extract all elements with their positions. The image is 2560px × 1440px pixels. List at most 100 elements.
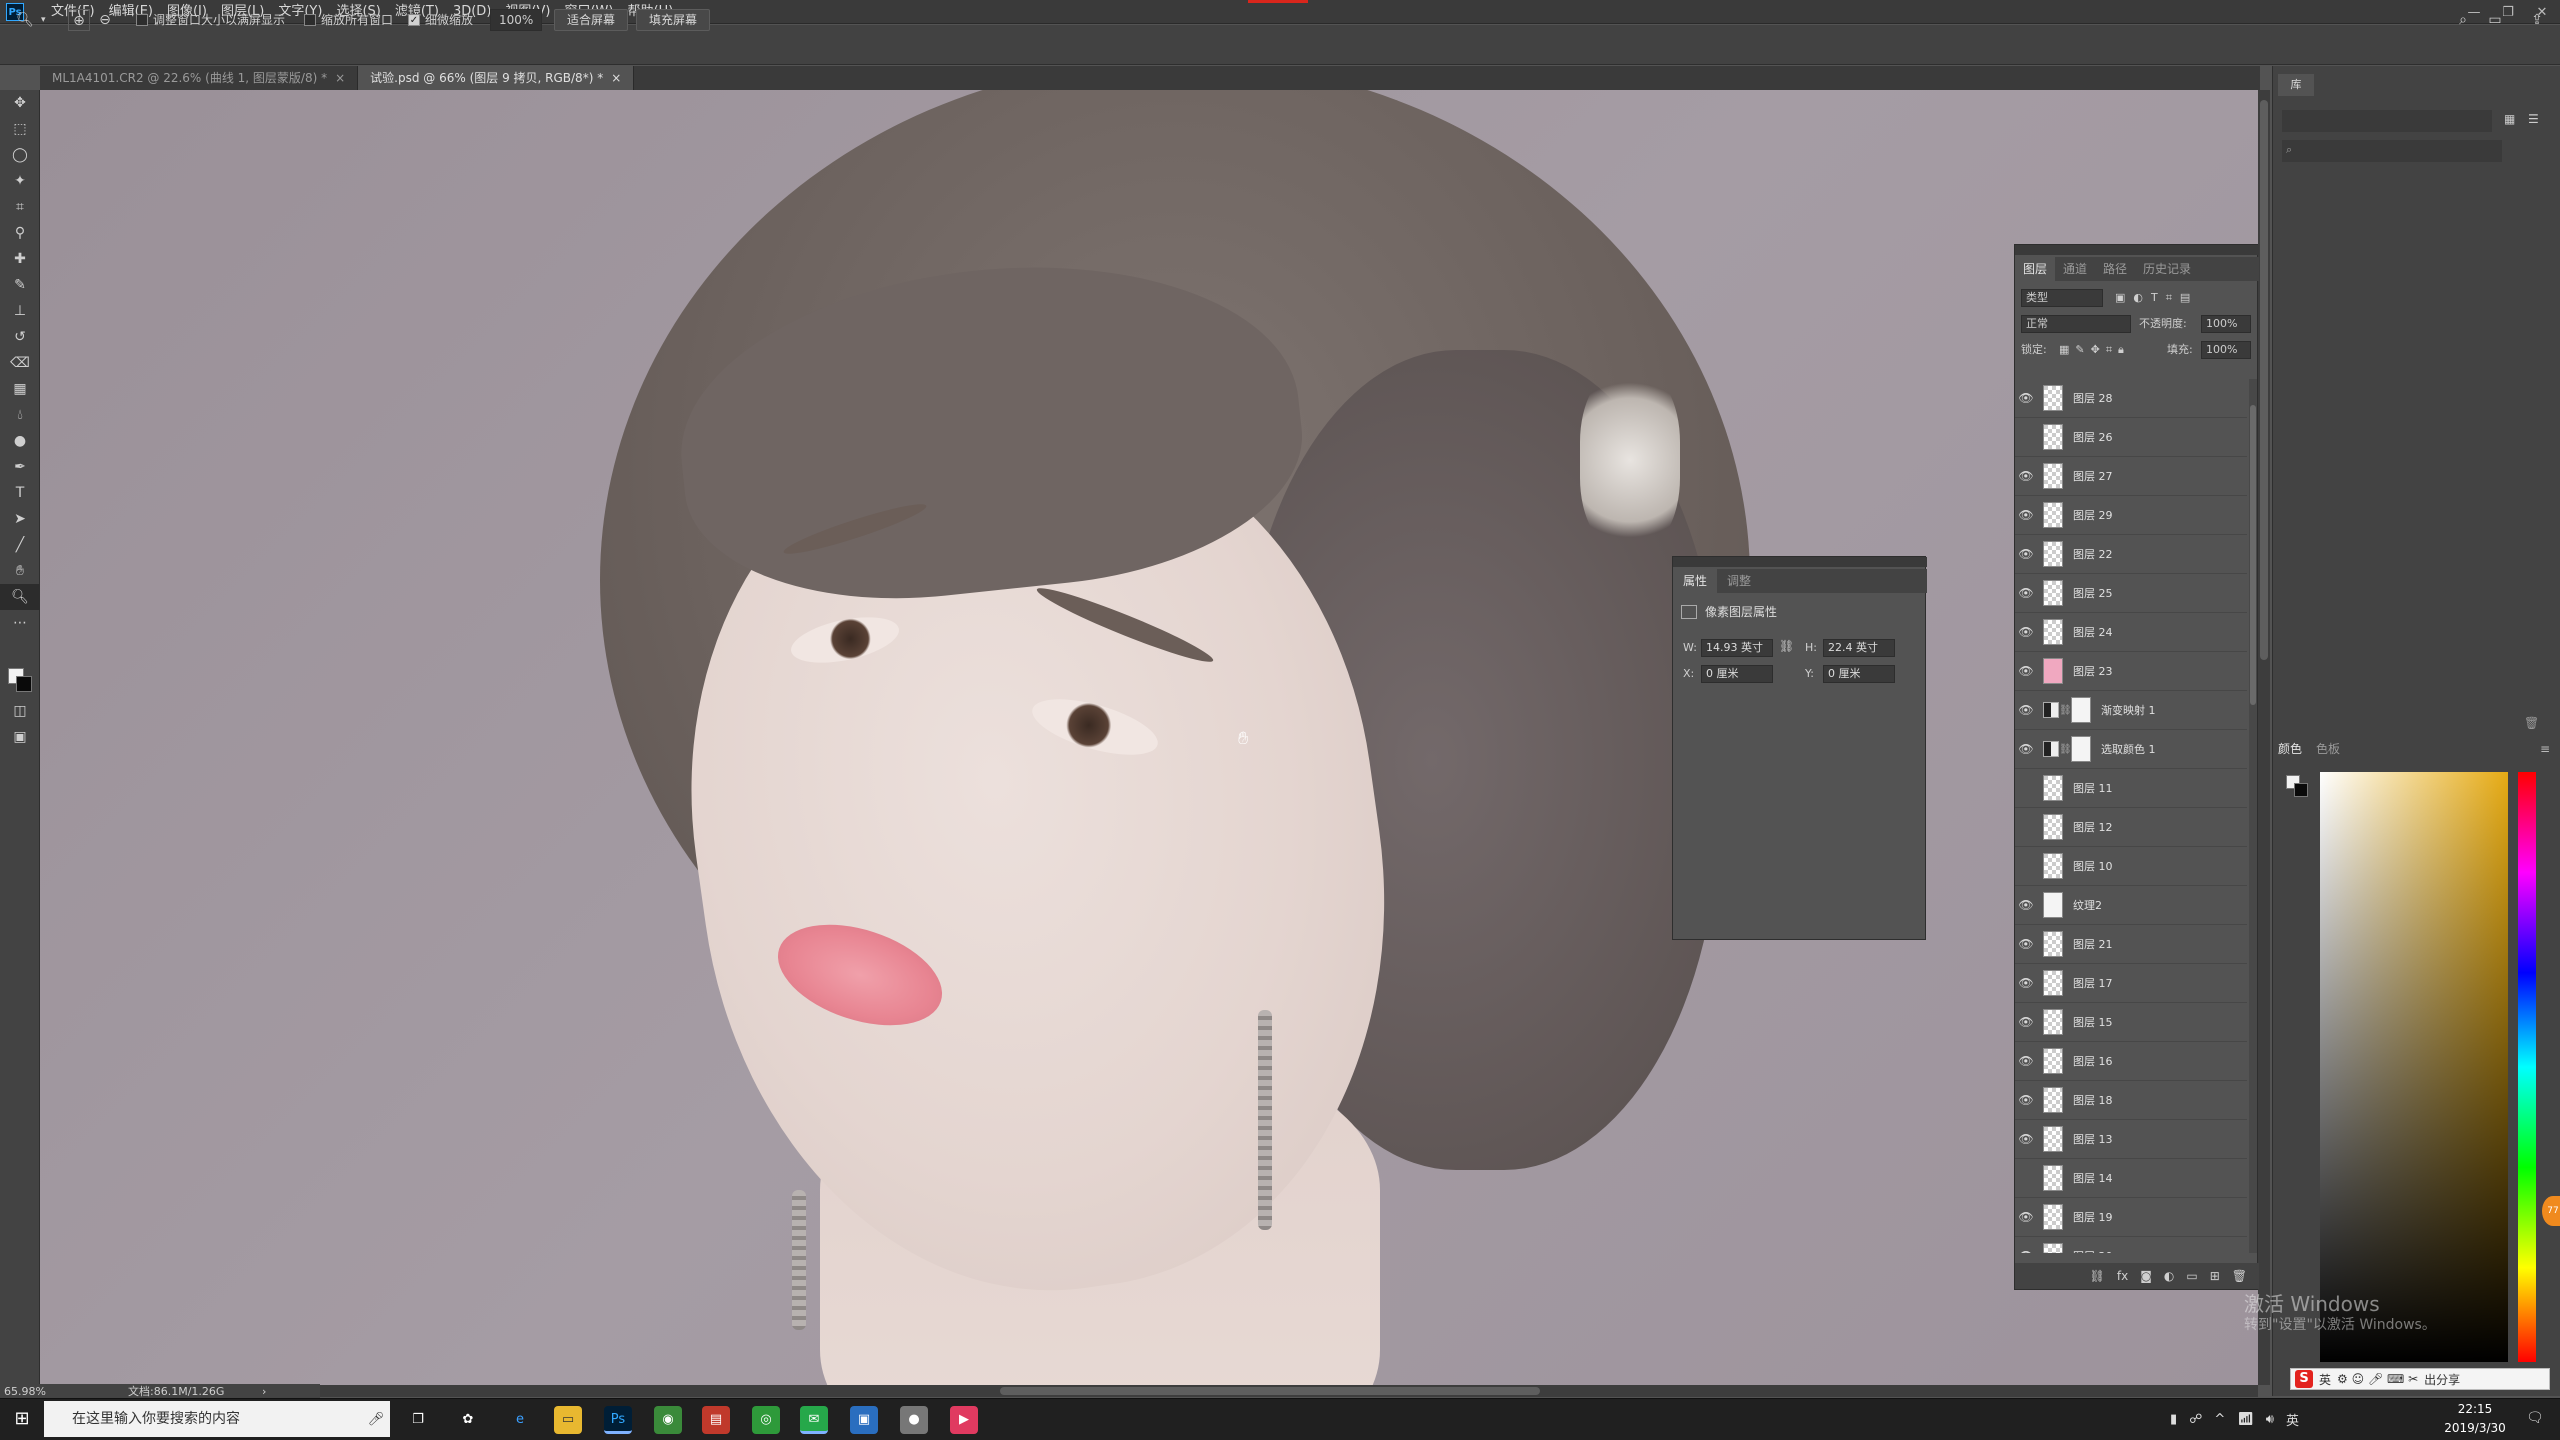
tab-adjustments[interactable]: 调整: [1717, 569, 1761, 593]
color-panel-swatch[interactable]: [2286, 775, 2308, 797]
tab-channels[interactable]: 通道: [2055, 257, 2095, 281]
tab-layers[interactable]: 图层: [2015, 257, 2056, 281]
type-tool-icon[interactable]: T: [0, 480, 40, 506]
eyedropper-tool-icon[interactable]: ⚲: [0, 220, 40, 246]
new-group-icon[interactable]: ▭: [2186, 1269, 2197, 1283]
zoom-tool-icon[interactable]: 🔍︎: [0, 584, 40, 610]
battery-icon[interactable]: ▮: [2170, 1412, 2177, 1427]
app-icon[interactable]: ✿: [454, 1406, 482, 1434]
layer-row[interactable]: 👁︎ ⛓ 选取颜色 1: [2015, 730, 2247, 769]
lasso-tool-icon[interactable]: ◯: [0, 142, 40, 168]
tab-close-icon[interactable]: ×: [611, 66, 621, 90]
delete-layer-icon[interactable]: 🗑︎: [2232, 1269, 2247, 1283]
visibility-eye-icon[interactable]: 👁︎: [2015, 586, 2037, 600]
layer-row[interactable]: 👁︎ 图层 14: [2015, 1159, 2247, 1198]
hand-tool-icon[interactable]: ✋︎: [0, 558, 40, 584]
layer-row[interactable]: 👁︎ 图层 10: [2015, 847, 2247, 886]
library-search-input[interactable]: [2282, 140, 2502, 162]
visibility-eye-icon[interactable]: 👁︎: [2015, 1171, 2037, 1185]
layer-thumbnail[interactable]: [2043, 814, 2063, 840]
search-icon[interactable]: ⌕: [2452, 9, 2474, 31]
ime-tools-icon[interactable]: ⚙ ☺ 🎤︎ ⌨ ✂: [2337, 1372, 2418, 1386]
visibility-eye-icon[interactable]: 👁︎: [2015, 1015, 2037, 1029]
layer-row[interactable]: 👁︎ 图层 22: [2015, 535, 2247, 574]
visibility-eye-icon[interactable]: 👁︎: [2015, 430, 2037, 444]
layer-row[interactable]: 👁︎ 图层 15: [2015, 1003, 2247, 1042]
layer-row[interactable]: 👁︎ 图层 29: [2015, 496, 2247, 535]
layer-row[interactable]: 👁︎ 图层 12: [2015, 808, 2247, 847]
move-tool-icon[interactable]: ✥: [0, 90, 40, 116]
tab-libraries[interactable]: 库: [2278, 74, 2314, 96]
panel-menu-icon[interactable]: ≡: [2540, 742, 2550, 756]
start-menu-icon[interactable]: ⊞: [0, 1398, 44, 1440]
ime-language[interactable]: 英: [2319, 1371, 2331, 1388]
zoom-percent-field[interactable]: 100%: [490, 9, 543, 31]
layer-thumbnail[interactable]: [2043, 424, 2063, 450]
tab-color[interactable]: 颜色: [2278, 738, 2302, 760]
properties-panel-grip[interactable]: [1673, 557, 1927, 567]
foreground-background-swatch[interactable]: [8, 668, 32, 692]
workspace-icon[interactable]: ▭: [2484, 9, 2506, 31]
file-explorer-icon[interactable]: ▭: [554, 1406, 582, 1434]
new-layer-icon[interactable]: ⊞: [2210, 1269, 2220, 1283]
visibility-eye-icon[interactable]: 👁︎: [2015, 1093, 2037, 1107]
zoom-out-icon[interactable]: ⊖: [94, 9, 116, 31]
visibility-eye-icon[interactable]: 👁︎: [2015, 781, 2037, 795]
ime-share-label[interactable]: 出分享: [2424, 1371, 2460, 1388]
visibility-eye-icon[interactable]: 👁︎: [2015, 469, 2037, 483]
lock-icons[interactable]: ▦✎✥⌗🔒︎: [2059, 337, 2130, 363]
layer-row[interactable]: 👁︎ 图层 21: [2015, 925, 2247, 964]
tab-psd-document[interactable]: 试验.psd @ 66% (图层 9 拷贝, RGB/8*) * ×: [358, 66, 635, 90]
layer-row[interactable]: 👁︎ 图层 11: [2015, 769, 2247, 808]
library-select[interactable]: [2282, 110, 2492, 132]
visibility-eye-icon[interactable]: 👁︎: [2015, 1054, 2037, 1068]
layer-mask-thumbnail[interactable]: [2071, 697, 2091, 723]
layer-thumbnail[interactable]: [2043, 1204, 2063, 1230]
scrubby-zoom-checkbox[interactable]: 细微缩放: [408, 9, 473, 31]
layer-row[interactable]: 👁︎ 图层 28: [2015, 379, 2247, 418]
layer-thumbnail[interactable]: [2043, 1126, 2063, 1152]
layer-row[interactable]: 👁︎ 图层 27: [2015, 457, 2247, 496]
layer-row[interactable]: 👁︎ 图层 25: [2015, 574, 2247, 613]
visibility-eye-icon[interactable]: 👁︎: [2015, 1132, 2037, 1146]
tray-expand-icon[interactable]: ^: [2214, 1412, 2225, 1427]
fill-screen-button[interactable]: 填充屏幕: [636, 9, 711, 31]
layer-thumbnail[interactable]: [2043, 580, 2063, 606]
layer-thumbnail[interactable]: [2043, 502, 2063, 528]
visibility-eye-icon[interactable]: 👁︎: [2015, 625, 2037, 639]
mask-link-icon[interactable]: ⛓: [2059, 744, 2072, 755]
layer-row[interactable]: 👁︎ 图层 24: [2015, 613, 2247, 652]
visibility-eye-icon[interactable]: 👁︎: [2015, 976, 2037, 990]
taskbar-clock[interactable]: 22:15 2019/3/30: [2430, 1400, 2520, 1438]
visibility-eye-icon[interactable]: 👁︎: [2015, 703, 2037, 717]
microphone-icon[interactable]: 🎤︎: [362, 1406, 390, 1434]
list-view-icon[interactable]: ☰: [2528, 112, 2539, 126]
resize-windows-checkbox[interactable]: 调整窗口大小以满屏显示: [136, 9, 285, 31]
visibility-eye-icon[interactable]: 👁︎: [2015, 391, 2037, 405]
browser-icon[interactable]: ◎: [752, 1406, 780, 1434]
layer-row[interactable]: 👁︎ 图层 26: [2015, 418, 2247, 457]
clone-stamp-tool-icon[interactable]: ⊥: [0, 298, 40, 324]
taskbar-search-input[interactable]: 在这里输入你要搜索的内容: [44, 1401, 390, 1437]
fit-screen-button[interactable]: 适合屏幕: [554, 9, 629, 31]
tab-paths[interactable]: 路径: [2095, 257, 2135, 281]
layer-row[interactable]: 👁︎ 图层 16: [2015, 1042, 2247, 1081]
layer-row[interactable]: 👁︎ 图层 20: [2015, 1237, 2247, 1253]
visibility-eye-icon[interactable]: 👁︎: [2015, 508, 2037, 522]
layer-thumbnail[interactable]: [2043, 385, 2063, 411]
layer-thumbnail[interactable]: [2043, 1087, 2063, 1113]
y-field[interactable]: 0 厘米: [1823, 665, 1895, 683]
visibility-eye-icon[interactable]: 👁︎: [2015, 859, 2037, 873]
layer-thumbnail[interactable]: [2043, 1243, 2063, 1253]
layers-panel-grip[interactable]: [2015, 245, 2259, 255]
layer-thumbnail[interactable]: [2043, 619, 2063, 645]
visibility-eye-icon[interactable]: 👁︎: [2015, 820, 2037, 834]
layer-thumbnail[interactable]: [2043, 970, 2063, 996]
tab-close-icon[interactable]: ×: [335, 66, 345, 90]
volume-icon[interactable]: 🔊︎: [2266, 1412, 2274, 1427]
layer-thumbnail[interactable]: [2043, 463, 2063, 489]
vertical-scroll-thumb[interactable]: [2260, 100, 2268, 660]
link-dimensions-icon[interactable]: ⛓: [1779, 639, 1794, 653]
dodge-tool-icon[interactable]: ●: [0, 428, 40, 454]
opacity-field[interactable]: 100%: [2201, 315, 2251, 333]
